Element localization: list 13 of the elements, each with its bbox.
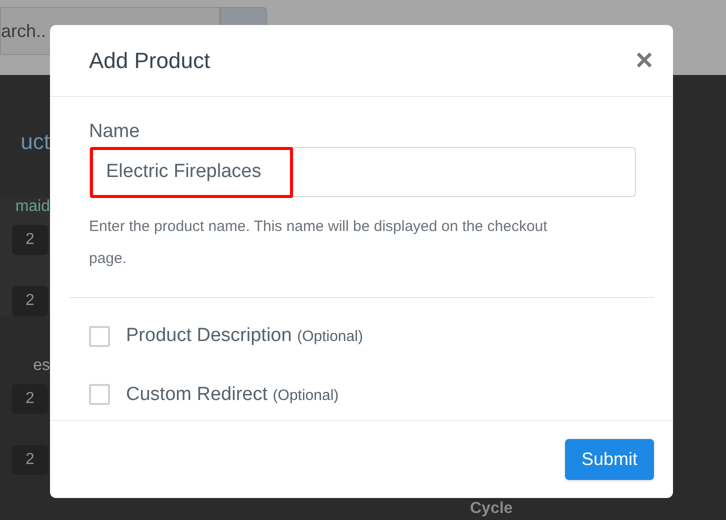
help-text: Enter the product name. This name will be displayed on the checkout page. [89, 217, 548, 269]
footer-text: Cycle [470, 499, 513, 519]
count-badge: 2 [12, 225, 48, 255]
row-label: es [33, 356, 50, 376]
option-label: Custom Redirect (Optional) [126, 382, 339, 406]
count-badge: 2 [12, 384, 48, 414]
field-label: Name [89, 121, 141, 143]
page-heading: uct [20, 129, 50, 155]
row-label: maid [15, 197, 50, 217]
option-label: Product Description (Optional) [126, 324, 363, 348]
count-badge: 2 [12, 286, 48, 316]
count-badge: 2 [12, 445, 48, 475]
modal-title: Add Product [89, 47, 210, 75]
